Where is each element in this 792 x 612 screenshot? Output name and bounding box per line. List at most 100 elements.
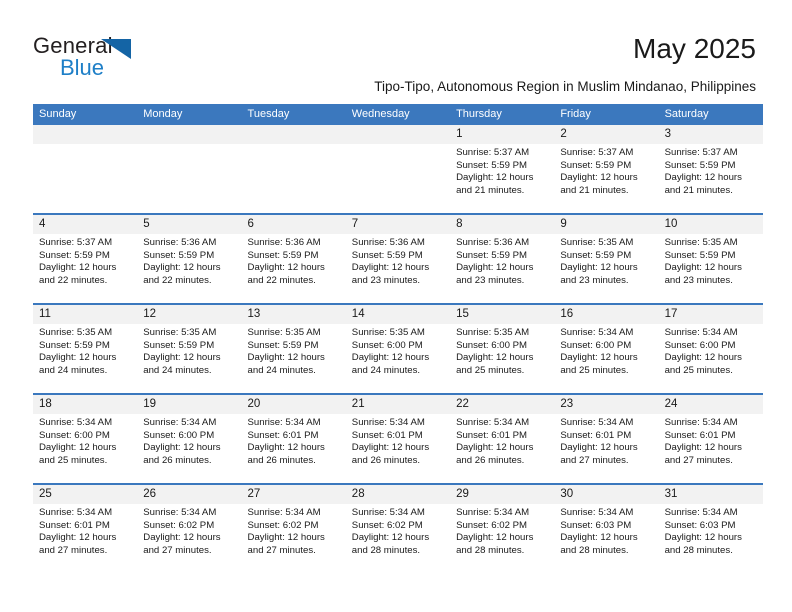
day-number[interactable]: 7 (346, 215, 450, 234)
general-blue-logo[interactable]: General Blue (33, 33, 148, 81)
day-number[interactable]: 9 (554, 215, 658, 234)
daylight-text: Daylight: 12 hours and 23 minutes. (664, 262, 742, 286)
day-cell[interactable]: Sunrise: 5:36 AM Sunset: 5:59 PM Daylight:… (450, 234, 554, 303)
day-number[interactable]: 28 (346, 485, 450, 504)
sunset-text: Sunset: 5:59 PM (560, 249, 632, 261)
day-number[interactable]: 22 (450, 395, 554, 414)
day-number[interactable]: 4 (33, 215, 137, 234)
day-cell[interactable]: Sunrise: 5:35 AM Sunset: 6:00 PM Daylight:… (346, 324, 450, 393)
day-number[interactable]: 21 (346, 395, 450, 414)
day-number[interactable]: 29 (450, 485, 554, 504)
day-number[interactable]: 31 (659, 485, 763, 504)
daylight-text: Daylight: 12 hours and 22 minutes. (247, 262, 325, 286)
day-cell[interactable]: Sunrise: 5:34 AM Sunset: 6:03 PM Daylight:… (659, 504, 763, 573)
day-cell[interactable]: Sunrise: 5:34 AM Sunset: 6:01 PM Daylight:… (659, 414, 763, 483)
day-cell[interactable]: Sunrise: 5:35 AM Sunset: 5:59 PM Daylight:… (659, 234, 763, 303)
day-number[interactable]: 1 (450, 125, 554, 144)
day-number[interactable]: 30 (554, 485, 658, 504)
sunrise-text: Sunrise: 5:34 AM (664, 327, 738, 338)
day-number[interactable]: 25 (33, 485, 137, 504)
day-number[interactable]: 12 (137, 305, 241, 324)
day-cell[interactable]: Sunrise: 5:37 AM Sunset: 5:59 PM Daylight:… (450, 144, 554, 213)
sunrise-text: Sunrise: 5:34 AM (143, 417, 217, 428)
page-header: General Blue May 2025 Tipo-Tipo, Autonom… (0, 0, 792, 100)
day-number[interactable]: 23 (554, 395, 658, 414)
day-cell[interactable]: Sunrise: 5:35 AM Sunset: 5:59 PM Daylight:… (137, 324, 241, 393)
day-cell[interactable]: Sunrise: 5:37 AM Sunset: 5:59 PM Daylight:… (554, 144, 658, 213)
day-cell[interactable]: Sunrise: 5:36 AM Sunset: 5:59 PM Daylight:… (346, 234, 450, 303)
day-cell[interactable]: Sunrise: 5:34 AM Sunset: 6:01 PM Daylight:… (450, 414, 554, 483)
day-cell[interactable]: Sunrise: 5:34 AM Sunset: 6:00 PM Daylight:… (554, 324, 658, 393)
day-number[interactable]: 27 (242, 485, 346, 504)
day-cell[interactable]: Sunrise: 5:34 AM Sunset: 6:00 PM Daylight:… (659, 324, 763, 393)
weekday-header-sunday: Sunday (39, 108, 77, 120)
day-cell-empty (137, 144, 241, 213)
day-cell[interactable]: Sunrise: 5:34 AM Sunset: 6:00 PM Daylight:… (33, 414, 137, 483)
day-number[interactable]: 19 (137, 395, 241, 414)
day-cell[interactable]: Sunrise: 5:34 AM Sunset: 6:03 PM Daylight:… (554, 504, 658, 573)
day-number[interactable]: 20 (242, 395, 346, 414)
day-number[interactable]: 3 (659, 125, 763, 144)
weekday-header-monday: Monday (143, 108, 183, 120)
day-cell[interactable]: Sunrise: 5:37 AM Sunset: 5:59 PM Daylight:… (33, 234, 137, 303)
daylight-text: Daylight: 12 hours and 21 minutes. (456, 172, 534, 196)
day-cell[interactable]: Sunrise: 5:34 AM Sunset: 6:02 PM Daylight:… (346, 504, 450, 573)
day-cell[interactable]: Sunrise: 5:35 AM Sunset: 5:59 PM Daylight:… (33, 324, 137, 393)
daylight-text: Daylight: 12 hours and 27 minutes. (247, 532, 325, 556)
day-number[interactable]: 14 (346, 305, 450, 324)
day-number[interactable]: 13 (242, 305, 346, 324)
day-number[interactable]: 15 (450, 305, 554, 324)
day-cell[interactable]: Sunrise: 5:37 AM Sunset: 5:59 PM Daylight:… (659, 144, 763, 213)
daylight-text: Daylight: 12 hours and 25 minutes. (664, 352, 742, 376)
day-cell[interactable]: Sunrise: 5:35 AM Sunset: 6:00 PM Daylight:… (450, 324, 554, 393)
day-cell[interactable]: Sunrise: 5:34 AM Sunset: 6:01 PM Daylight:… (346, 414, 450, 483)
daylight-text: Daylight: 12 hours and 26 minutes. (351, 442, 430, 466)
day-number[interactable]: 6 (242, 215, 346, 234)
sunset-text: Sunset: 6:00 PM (664, 339, 736, 351)
day-cell[interactable]: Sunrise: 5:34 AM Sunset: 6:01 PM Daylight:… (242, 414, 346, 483)
day-detail-band: Sunrise: 5:37 AM Sunset: 5:59 PM Daylight:… (33, 144, 763, 213)
sunset-text: Sunset: 5:59 PM (351, 249, 423, 261)
page-subtitle: Tipo-Tipo, Autonomous Region in Muslim M… (374, 79, 756, 94)
day-number[interactable]: 16 (554, 305, 658, 324)
calendar-week-row: 25 26 27 28 29 30 31 Sunrise: 5:34 AM Sunset: 6:… (33, 483, 763, 573)
sunset-text: Sunset: 6:00 PM (39, 429, 110, 441)
weekday-header-thursday: Thursday (456, 108, 502, 120)
day-cell[interactable]: Sunrise: 5:34 AM Sunset: 6:02 PM Daylight:… (450, 504, 554, 573)
sunset-text: Sunset: 6:03 PM (560, 519, 632, 531)
daylight-text: Daylight: 12 hours and 22 minutes. (39, 262, 117, 286)
day-cell[interactable]: Sunrise: 5:34 AM Sunset: 6:02 PM Daylight:… (242, 504, 346, 573)
daylight-text: Daylight: 12 hours and 21 minutes. (560, 172, 638, 196)
day-cell[interactable]: Sunrise: 5:36 AM Sunset: 5:59 PM Daylight:… (242, 234, 346, 303)
daylight-text: Daylight: 12 hours and 28 minutes. (664, 532, 742, 556)
day-cell[interactable]: Sunrise: 5:34 AM Sunset: 6:00 PM Daylight:… (137, 414, 241, 483)
sunset-text: Sunset: 6:00 PM (456, 339, 527, 351)
day-number[interactable]: 2 (554, 125, 658, 144)
day-number[interactable]: 11 (33, 305, 137, 324)
sunrise-text: Sunrise: 5:35 AM (39, 327, 113, 338)
weekday-header-saturday: Saturday (664, 108, 709, 120)
day-number[interactable]: 17 (659, 305, 763, 324)
sunset-text: Sunset: 6:00 PM (143, 429, 215, 441)
day-number-empty (242, 125, 346, 144)
day-cell[interactable]: Sunrise: 5:34 AM Sunset: 6:01 PM Daylight:… (554, 414, 658, 483)
daylight-text: Daylight: 12 hours and 26 minutes. (456, 442, 534, 466)
day-number[interactable]: 24 (659, 395, 763, 414)
daylight-text: Daylight: 12 hours and 27 minutes. (39, 532, 117, 556)
day-cell[interactable]: Sunrise: 5:35 AM Sunset: 5:59 PM Daylight:… (554, 234, 658, 303)
sunrise-text: Sunrise: 5:34 AM (560, 327, 634, 338)
daylight-text: Daylight: 12 hours and 27 minutes. (560, 442, 638, 466)
day-number[interactable]: 5 (137, 215, 241, 234)
day-number[interactable]: 26 (137, 485, 241, 504)
day-cell[interactable]: Sunrise: 5:36 AM Sunset: 5:59 PM Daylight:… (137, 234, 241, 303)
day-number[interactable]: 18 (33, 395, 137, 414)
sunrise-text: Sunrise: 5:34 AM (39, 507, 113, 518)
day-number[interactable]: 10 (659, 215, 763, 234)
day-cell[interactable]: Sunrise: 5:35 AM Sunset: 5:59 PM Daylight:… (242, 324, 346, 393)
day-number-empty (346, 125, 450, 144)
day-number-band: 4 5 6 7 8 9 10 (33, 215, 763, 234)
day-number[interactable]: 8 (450, 215, 554, 234)
daylight-text: Daylight: 12 hours and 25 minutes. (456, 352, 534, 376)
day-cell[interactable]: Sunrise: 5:34 AM Sunset: 6:01 PM Daylight:… (33, 504, 137, 573)
day-cell[interactable]: Sunrise: 5:34 AM Sunset: 6:02 PM Daylight:… (137, 504, 241, 573)
